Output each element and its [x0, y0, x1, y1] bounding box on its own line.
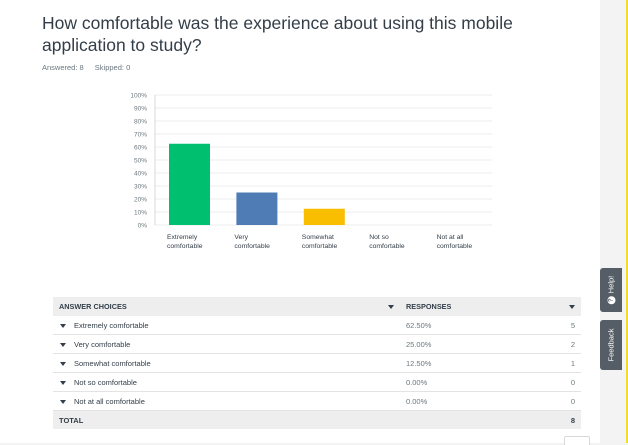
responses-label: RESPONSES — [406, 302, 452, 311]
help-tab[interactable]: ? Help! — [600, 268, 622, 312]
question-title: How comfortable was the experience about… — [42, 13, 513, 55]
response-percent: 0.00% 0 — [400, 391, 581, 411]
answer-choice-label: Not at all comfortable — [74, 396, 145, 406]
caret-down-icon[interactable] — [60, 399, 66, 404]
count-value: 5 — [570, 320, 575, 330]
count-value: 0 — [570, 396, 575, 406]
caret-down-icon[interactable] — [569, 304, 575, 309]
answer-choice-label: Very comfortable — [74, 339, 131, 349]
pagination-box[interactable] — [564, 436, 590, 445]
response-percent: 12.50% 1 — [400, 353, 581, 373]
answer-choice-label: Not so comfortable — [74, 377, 137, 387]
caret-down-icon[interactable] — [388, 304, 394, 309]
table-row: Not at all comfortable 0.00% 0 — [53, 391, 581, 411]
bar-chart: 0% 10% 20% 30% 40% 50% 60% 70% 80% 90% 100% Extreme… — [130, 92, 492, 250]
bar[interactable] — [303, 208, 345, 225]
y-tick-label: 80% — [134, 118, 147, 125]
total-row: TOTAL 8 — [53, 410, 581, 429]
percent-value: 0.00% — [406, 377, 428, 387]
y-tick-label: 40% — [134, 170, 147, 177]
x-category-label: comfortable — [302, 243, 338, 250]
answered-count: Answered: 8 — [42, 63, 84, 72]
question-card: How comfortable was the experience about… — [0, 0, 600, 443]
help-tab-label: Help! — [606, 275, 616, 294]
y-tick-label: 90% — [134, 105, 147, 112]
y-tick-label: 30% — [134, 183, 147, 190]
answer-choice-cell[interactable]: Not so comfortable — [53, 372, 400, 392]
caret-down-icon[interactable] — [60, 361, 66, 366]
count-value: 1 — [570, 358, 575, 368]
x-category-label: comfortable — [167, 243, 203, 250]
count-value: 0 — [570, 377, 575, 387]
answer-choices-label: ANSWER CHOICES — [59, 302, 127, 311]
answer-choices-header[interactable]: ANSWER CHOICES — [53, 297, 400, 316]
x-category-label: Not so — [369, 234, 389, 241]
y-tick-label: 50% — [134, 157, 147, 164]
percent-value: 62.50% — [406, 320, 432, 330]
response-percent: 62.50% 5 — [400, 316, 581, 335]
answer-choice-cell[interactable]: Not at all comfortable — [53, 391, 400, 411]
x-category-label: Somewhat — [302, 234, 334, 241]
question-circle-icon: ? — [607, 296, 615, 305]
caret-down-icon[interactable] — [60, 323, 66, 328]
table-row: Somewhat comfortable 12.50% 1 — [53, 353, 581, 373]
y-tick-label: 60% — [134, 144, 147, 151]
skipped-count: Skipped: 0 — [94, 63, 131, 72]
answer-choice-cell[interactable]: Somewhat comfortable — [53, 353, 400, 373]
bar[interactable] — [169, 143, 210, 225]
x-category-label: Not at all — [437, 234, 464, 241]
x-category-label: comfortable — [234, 243, 270, 250]
y-tick-label: 70% — [134, 131, 147, 138]
caret-down-icon[interactable] — [60, 380, 66, 385]
feedback-tab-label: Feedback — [606, 328, 616, 362]
answer-table: ANSWER CHOICES RESPONSES Extremely comfo… — [53, 297, 581, 429]
x-category-label: Extremely — [167, 234, 198, 241]
y-tick-label: 100% — [130, 92, 147, 99]
x-category-label: Very — [234, 234, 248, 241]
answer-choice-label: Extremely comfortable — [74, 320, 149, 330]
responses-header[interactable]: RESPONSES — [400, 297, 581, 316]
response-stats: Answered: 8 Skipped: 0 — [42, 63, 139, 72]
answer-choice-cell[interactable]: Extremely comfortable — [53, 316, 400, 335]
caret-down-icon[interactable] — [60, 342, 66, 347]
table-row: Very comfortable 25.00% 2 — [53, 334, 581, 354]
percent-value: 12.50% — [406, 358, 432, 368]
response-percent: 25.00% 2 — [400, 334, 581, 354]
percent-value: 25.00% — [406, 339, 432, 349]
y-tick-label: 10% — [134, 209, 147, 216]
y-tick-label: 20% — [134, 196, 147, 203]
total-label: TOTAL — [53, 410, 400, 429]
total-count: 8 — [400, 410, 581, 429]
x-category-label: comfortable — [437, 243, 473, 250]
table-row: Extremely comfortable 62.50% 5 — [53, 316, 581, 335]
percent-value: 0.00% — [406, 396, 428, 406]
table-header-row: ANSWER CHOICES RESPONSES — [53, 297, 581, 316]
answer-choice-cell[interactable]: Very comfortable — [53, 334, 400, 354]
y-tick-label: 0% — [138, 222, 148, 229]
count-value: 2 — [570, 339, 575, 349]
response-percent: 0.00% 0 — [400, 372, 581, 392]
table-row: Not so comfortable 0.00% 0 — [53, 372, 581, 392]
answer-choice-label: Somewhat comfortable — [74, 358, 151, 368]
bar[interactable] — [236, 192, 278, 226]
feedback-tab[interactable]: Feedback — [600, 320, 622, 370]
x-category-label: comfortable — [369, 243, 405, 250]
